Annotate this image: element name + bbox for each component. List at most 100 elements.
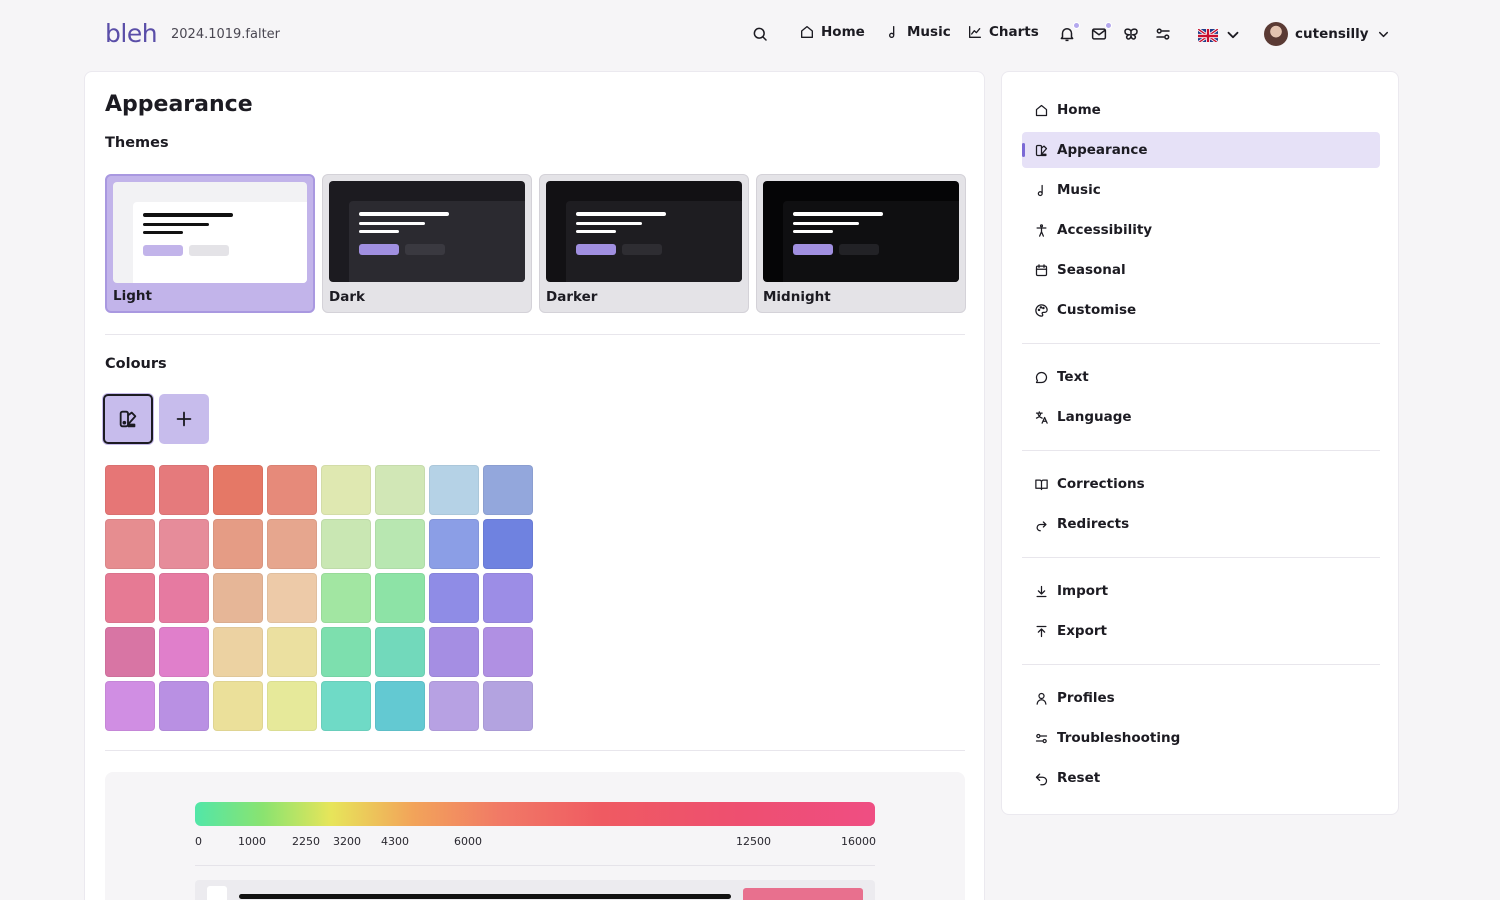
sidebar-item-corrections[interactable]: Corrections	[1022, 466, 1380, 502]
colour-swatch[interactable]	[429, 681, 479, 731]
colour-swatch[interactable]	[483, 465, 533, 515]
sidebar-item-customise[interactable]: Customise	[1022, 292, 1380, 328]
theme-midnight-option[interactable]: Midnight	[756, 174, 966, 313]
accessibility-icon	[1036, 223, 1047, 237]
sliders-icon	[1156, 28, 1170, 40]
nav-home-link[interactable]: Home	[799, 24, 865, 40]
colour-swatch[interactable]	[267, 519, 317, 569]
gradient-scale-panel: 0 1000 2250 3200 4300 6000 12500 16000	[105, 772, 965, 900]
sidebar-item-label: Customise	[1057, 302, 1137, 318]
redirect-arrow-icon	[1036, 520, 1047, 531]
theme-darker-option[interactable]: Darker	[539, 174, 749, 313]
colour-swatch[interactable]	[321, 627, 371, 677]
sidebar-divider	[1022, 450, 1380, 451]
user-menu[interactable]: cutensilly	[1264, 22, 1391, 46]
colour-swatch[interactable]	[159, 627, 209, 677]
colour-swatch[interactable]	[105, 519, 155, 569]
palette-brush-icon	[119, 410, 137, 428]
username: cutensilly	[1295, 26, 1369, 42]
uk-flag-icon[interactable]	[1198, 28, 1218, 42]
sidebar-item-accessibility[interactable]: Accessibility	[1022, 212, 1380, 248]
colour-swatch[interactable]	[267, 573, 317, 623]
colour-swatch[interactable]	[267, 627, 317, 677]
nav-charts-link[interactable]: Charts	[967, 24, 1039, 40]
language-chevron-down-icon[interactable]	[1224, 26, 1239, 41]
nav-music-link[interactable]: Music	[885, 24, 951, 40]
butterfly-button[interactable]	[1122, 25, 1140, 43]
colour-swatch[interactable]	[213, 519, 263, 569]
music-note-icon	[1037, 184, 1043, 196]
sidebar-item-label: Music	[1057, 182, 1101, 198]
scale-tick-label: 3200	[333, 835, 361, 848]
colour-swatch[interactable]	[267, 681, 317, 731]
colour-swatch[interactable]	[321, 573, 371, 623]
brand-logo[interactable]: bleh	[105, 19, 158, 48]
colour-swatch[interactable]	[483, 681, 533, 731]
colour-swatch[interactable]	[375, 465, 425, 515]
colour-swatch[interactable]	[213, 573, 263, 623]
colour-swatch[interactable]	[429, 519, 479, 569]
messages-button[interactable]	[1090, 22, 1112, 43]
home-icon	[1035, 104, 1048, 116]
sidebar-item-seasonal[interactable]: Seasonal	[1022, 252, 1380, 288]
colour-swatch[interactable]	[105, 573, 155, 623]
notification-dot	[1073, 22, 1080, 29]
calendar-icon	[1035, 263, 1048, 276]
palette-mode-button[interactable]	[103, 394, 153, 444]
settings-sliders-button[interactable]	[1154, 25, 1172, 43]
colour-swatch[interactable]	[105, 465, 155, 515]
sidebar-item-label: Home	[1057, 102, 1101, 118]
sidebar-divider	[1022, 664, 1380, 665]
sidebar-item-import[interactable]: Import	[1022, 573, 1380, 609]
colour-swatch[interactable]	[375, 519, 425, 569]
scale-tick-label: 16000	[841, 835, 876, 848]
sidebar-item-troubleshooting[interactable]: Troubleshooting	[1022, 720, 1380, 756]
colour-swatch[interactable]	[483, 627, 533, 677]
colour-swatch[interactable]	[321, 465, 371, 515]
colour-swatch[interactable]	[105, 681, 155, 731]
add-colour-button[interactable]	[159, 394, 209, 444]
colour-swatch[interactable]	[375, 681, 425, 731]
colour-swatch[interactable]	[375, 627, 425, 677]
stop-slider[interactable]	[239, 894, 731, 899]
sidebar-divider	[1022, 343, 1380, 344]
colour-swatch[interactable]	[429, 627, 479, 677]
stop-colour-swatch[interactable]	[743, 888, 863, 900]
colour-swatch[interactable]	[213, 465, 263, 515]
stop-checkbox[interactable]	[207, 886, 227, 900]
scale-tick-label: 4300	[381, 835, 409, 848]
colour-swatch[interactable]	[483, 519, 533, 569]
sidebar-item-language[interactable]: Language	[1022, 399, 1380, 435]
colour-swatch[interactable]	[429, 465, 479, 515]
sidebar-item-home[interactable]: Home	[1022, 92, 1380, 128]
colour-swatch[interactable]	[429, 573, 479, 623]
colour-swatch[interactable]	[321, 681, 371, 731]
colour-swatch[interactable]	[213, 681, 263, 731]
gradient-scale-bar[interactable]	[195, 802, 875, 826]
colour-swatch[interactable]	[159, 519, 209, 569]
colour-swatch[interactable]	[267, 465, 317, 515]
colour-swatch[interactable]	[159, 681, 209, 731]
notifications-button[interactable]	[1058, 22, 1080, 43]
sidebar-item-text[interactable]: Text	[1022, 359, 1380, 395]
colour-swatch[interactable]	[159, 573, 209, 623]
colour-swatch[interactable]	[159, 465, 209, 515]
scale-tick-label: 0	[195, 835, 202, 848]
colour-swatch[interactable]	[483, 573, 533, 623]
search-icon[interactable]	[751, 25, 769, 43]
colour-swatch[interactable]	[375, 573, 425, 623]
sidebar-item-redirects[interactable]: Redirects	[1022, 506, 1380, 542]
divider	[195, 865, 875, 866]
colour-swatch[interactable]	[213, 627, 263, 677]
sidebar-item-music[interactable]: Music	[1022, 172, 1380, 208]
theme-dark-option[interactable]: Dark	[322, 174, 532, 313]
colour-swatch[interactable]	[105, 627, 155, 677]
theme-light-option[interactable]: Light	[105, 174, 315, 313]
nav-charts-label: Charts	[989, 24, 1039, 40]
theme-light-label: Light	[113, 288, 152, 304]
colour-swatch[interactable]	[321, 519, 371, 569]
sidebar-item-profiles[interactable]: Profiles	[1022, 680, 1380, 716]
sidebar-item-reset[interactable]: Reset	[1022, 760, 1380, 796]
sidebar-item-appearance[interactable]: Appearance	[1022, 132, 1380, 168]
sidebar-item-export[interactable]: Export	[1022, 613, 1380, 649]
